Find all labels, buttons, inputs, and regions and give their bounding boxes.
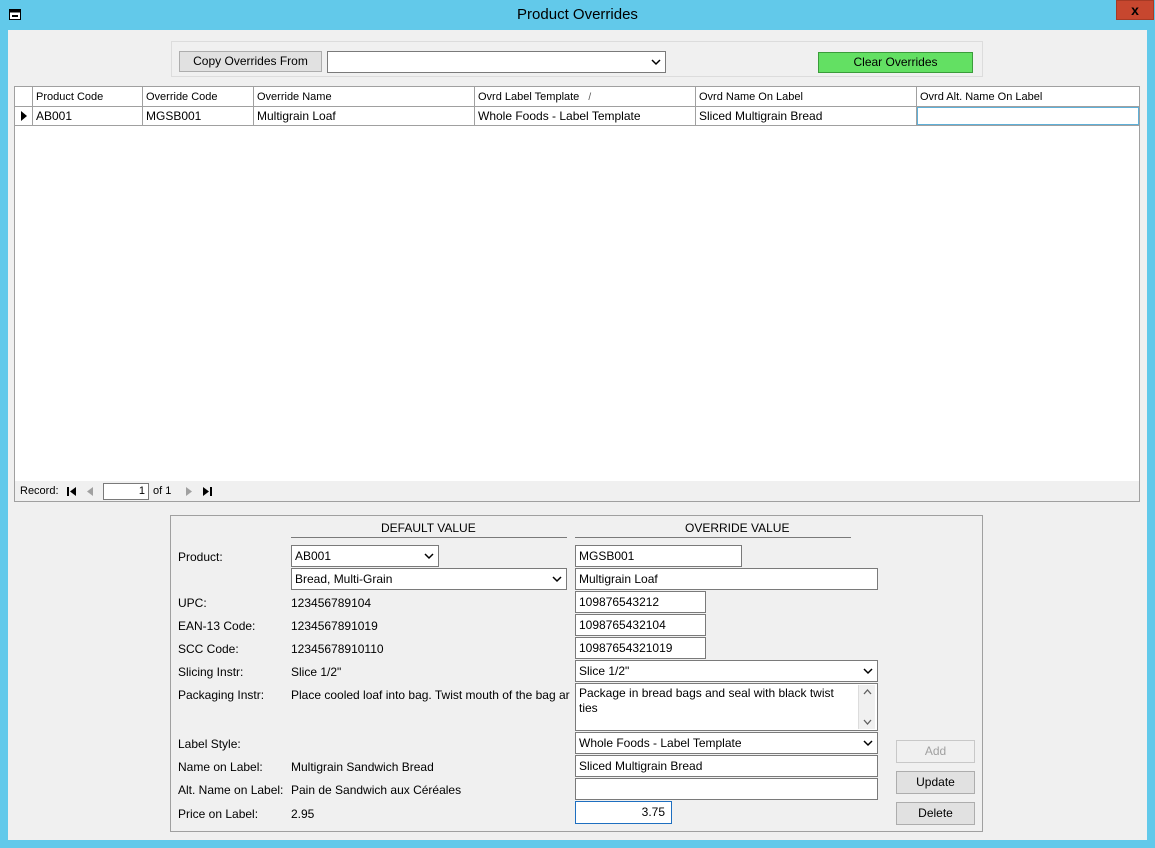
overrides-grid[interactable]: Product Code Override Code Override Name… [14, 86, 1140, 501]
ean-label: EAN-13 Code: [178, 619, 256, 633]
grid-header: Product Code Override Code Override Name… [15, 87, 1139, 107]
packaging-label: Packaging Instr: [178, 688, 265, 702]
chevron-down-icon [651, 59, 661, 66]
current-record-input[interactable]: 1 [103, 483, 149, 500]
close-button[interactable]: x [1116, 0, 1154, 20]
clear-overrides-button[interactable]: Clear Overrides [818, 52, 973, 73]
price-label: Price on Label: [178, 807, 259, 821]
override-alt-name-field[interactable] [575, 778, 878, 800]
override-value-header: OVERRIDE VALUE [685, 521, 790, 535]
close-icon: x [1131, 2, 1139, 18]
override-upc-field[interactable]: 109876543212 [575, 591, 706, 613]
cell-override-code[interactable]: MGSB001 [143, 107, 254, 125]
default-ean-value: 1234567891019 [291, 619, 378, 633]
default-value-header: DEFAULT VALUE [381, 521, 476, 535]
default-name-on-label-value: Multigrain Sandwich Bread [291, 760, 434, 774]
override-code-field[interactable]: MGSB001 [575, 545, 742, 567]
override-label-style-value: Whole Foods - Label Template [579, 736, 742, 750]
chevron-down-icon [424, 553, 434, 560]
column-header-override-code[interactable]: Override Code [143, 87, 254, 107]
default-upc-value: 123456789104 [291, 596, 372, 610]
record-navigator: Record: 1 of 1 [14, 481, 1140, 502]
title-bar: Product Overrides x [0, 0, 1155, 30]
previous-record-icon[interactable] [82, 484, 98, 499]
column-header-name-on-label[interactable]: Ovrd Name On Label [696, 87, 917, 107]
copy-from-dropdown[interactable] [327, 51, 666, 73]
table-row[interactable]: AB001 MGSB001 Multigrain Loaf Whole Food… [15, 107, 1139, 126]
override-header-divider [575, 537, 851, 538]
scroll-down-icon[interactable] [859, 715, 876, 729]
record-count: of 1 [153, 485, 172, 497]
name-on-label-label: Name on Label: [178, 760, 263, 774]
override-name-on-label-field[interactable]: Sliced Multigrain Bread [575, 755, 878, 777]
override-scc-field[interactable]: 10987654321019 [575, 637, 706, 659]
column-header-alt-name-on-label[interactable]: Ovrd Alt. Name On Label [917, 87, 1139, 107]
delete-button[interactable]: Delete [896, 802, 975, 825]
cell-product-code[interactable]: AB001 [33, 107, 143, 125]
override-ean-field[interactable]: 1098765432104 [575, 614, 706, 636]
override-name-field[interactable]: Multigrain Loaf [575, 568, 878, 590]
override-slicing-dropdown[interactable]: Slice 1/2" [575, 660, 878, 682]
header-corner [15, 87, 33, 107]
column-header-product-code[interactable]: Product Code [33, 87, 143, 107]
toolbar-panel: Copy Overrides From Clear Overrides [171, 41, 983, 77]
product-name-dropdown[interactable]: Bread, Multi-Grain [291, 568, 567, 590]
chevron-down-icon [863, 740, 873, 747]
product-name-value: Bread, Multi-Grain [295, 572, 393, 586]
cell-name-on-label[interactable]: Sliced Multigrain Bread [696, 107, 917, 125]
next-record-icon[interactable] [181, 484, 197, 499]
scc-label: SCC Code: [178, 642, 239, 656]
default-slicing-value: Slice 1/2" [291, 665, 342, 679]
update-button[interactable]: Update [896, 771, 975, 794]
product-code-dropdown[interactable]: AB001 [291, 545, 439, 567]
override-slicing-value: Slice 1/2" [579, 664, 630, 678]
default-scc-value: 12345678910110 [291, 642, 384, 656]
sort-icon: / [588, 92, 592, 103]
override-label-style-dropdown[interactable]: Whole Foods - Label Template [575, 732, 878, 754]
add-button[interactable]: Add [896, 740, 975, 763]
override-packaging-textarea[interactable]: Package in bread bags and seal with blac… [575, 683, 878, 731]
chevron-down-icon [552, 576, 562, 583]
slicing-label: Slicing Instr: [178, 665, 244, 679]
default-price-value: 2.95 [291, 807, 315, 821]
window-title: Product Overrides [517, 6, 638, 23]
default-alt-name-value: Pain de Sandwich aux Céréales [291, 783, 462, 797]
cell-alt-name-on-label[interactable] [917, 107, 1139, 125]
packaging-scrollbar[interactable] [858, 685, 875, 729]
row-selector[interactable] [15, 107, 33, 125]
column-header-override-name[interactable]: Override Name [254, 87, 475, 107]
copy-overrides-from-button[interactable]: Copy Overrides From [179, 51, 322, 72]
scroll-up-icon[interactable] [859, 685, 876, 699]
product-code-value: AB001 [295, 549, 332, 563]
default-packaging-value: Place cooled loaf into bag. Twist mouth … [291, 688, 570, 702]
product-label: Product: [178, 550, 223, 564]
record-label: Record: [20, 485, 59, 497]
upc-label: UPC: [178, 596, 207, 610]
chevron-down-icon [863, 668, 873, 675]
override-price-field[interactable]: 3.75 [575, 801, 672, 824]
first-record-icon[interactable] [64, 484, 80, 499]
client-area: Copy Overrides From Clear Overrides Prod… [8, 30, 1147, 840]
detail-panel: DEFAULT VALUE OVERRIDE VALUE Product: AB… [170, 515, 983, 832]
alt-name-label: Alt. Name on Label: [178, 783, 284, 797]
column-header-label-template[interactable]: Ovrd Label Template / [475, 87, 696, 107]
column-header-label-template-text: Ovrd Label Template [478, 91, 580, 103]
cell-override-name[interactable]: Multigrain Loaf [254, 107, 475, 125]
last-record-icon[interactable] [199, 484, 215, 499]
label-style-label: Label Style: [178, 737, 241, 751]
default-header-divider [291, 537, 567, 538]
current-row-arrow-icon [21, 111, 27, 121]
cell-label-template[interactable]: Whole Foods - Label Template [475, 107, 696, 125]
